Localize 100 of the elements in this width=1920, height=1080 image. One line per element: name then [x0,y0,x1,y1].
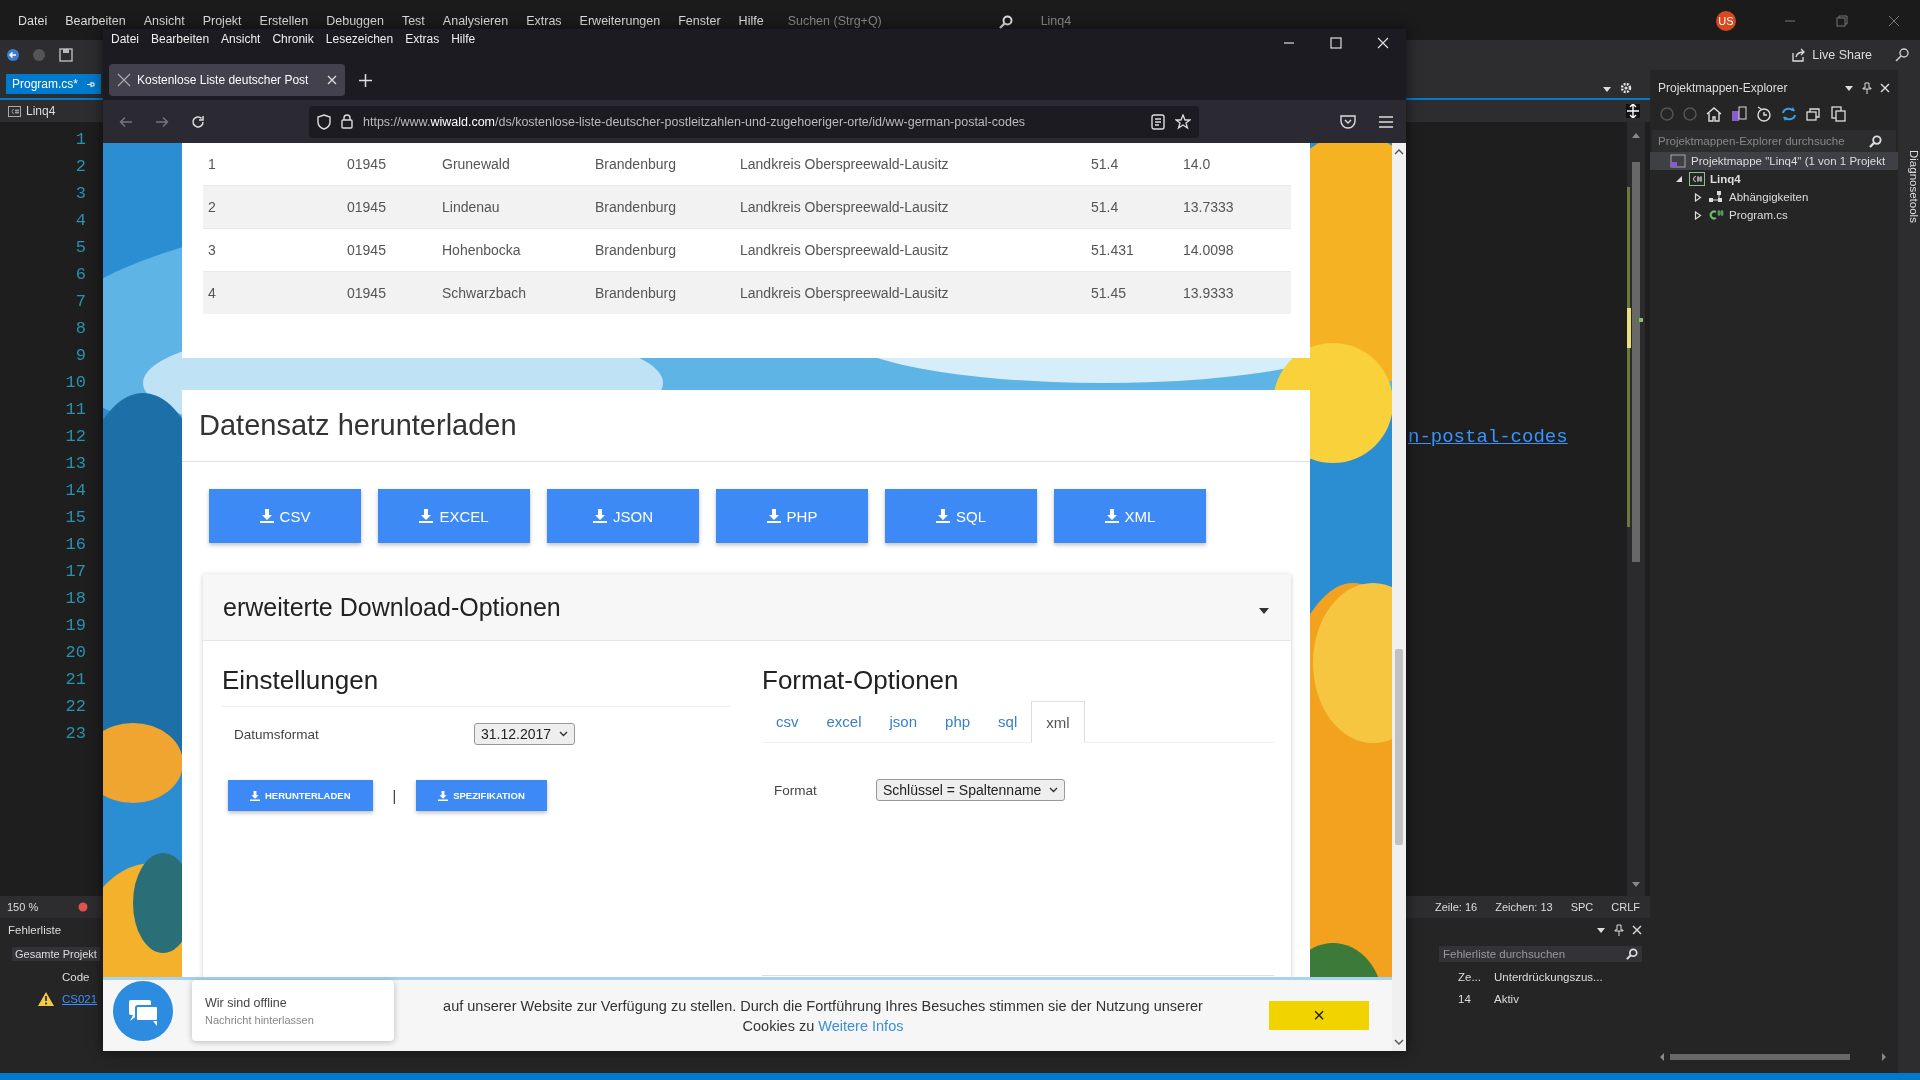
format-tab[interactable]: xml [1031,701,1085,743]
pin-icon[interactable] [86,79,96,89]
home-icon[interactable] [1706,106,1722,122]
line-number: 23 [64,724,86,743]
chat-popup[interactable]: Wir sind offline Nachricht hinterlassen [192,980,394,1041]
lock-icon [341,114,353,129]
scope-dropdown[interactable]: Gesamte Projekt [12,947,100,961]
pocket-icon[interactable] [1340,114,1356,129]
menu-item[interactable]: Ansicht [143,14,185,29]
expanded-icon[interactable] [1675,175,1683,183]
restore-icon[interactable] [1836,15,1848,27]
column-header[interactable]: Unterdrückungszus... [1494,971,1624,983]
tree-item[interactable]: Projektmappe "Linq4" (1 von 1 Projekt [1650,152,1898,170]
settings-icon[interactable] [1620,82,1632,94]
menu-item[interactable]: Lesezeichen [325,29,394,46]
search-field[interactable]: Suchen (Strg+Q) [787,14,1013,29]
table-cell-text: Brandenburg [595,156,677,172]
format-tab[interactable]: json [875,701,932,743]
scroll-bar[interactable] [1392,143,1406,1051]
clock-icon[interactable] [1756,106,1772,122]
document-tab[interactable]: Program.cs* [6,74,102,94]
reader-icon[interactable] [1151,113,1165,130]
project-dropdown[interactable]: Linq4 [8,104,56,118]
menu-icon[interactable] [1378,114,1394,129]
document-icon[interactable] [1731,106,1747,122]
search-field[interactable]: Projektmappen-Explorer durchsuche [1652,130,1896,152]
menu-item[interactable]: Extras [526,14,562,29]
table-cell-text: Brandenburg [595,242,677,258]
split-icon[interactable] [1626,104,1640,118]
live-share-button[interactable]: Live Share [1791,48,1872,62]
menu-item[interactable]: Bearbeiten [65,14,126,29]
tree-item[interactable]: Abhängigkeiten [1650,188,1898,206]
line-number: 8 [74,319,86,338]
format-tab[interactable]: sql [984,701,1032,743]
line-number: 2 [74,157,86,176]
zoom-dropdown[interactable]: 150 % [7,901,39,913]
line-number: 4 [74,211,86,230]
menu-item[interactable]: Hilfe [451,29,476,46]
table-cell-text: 14 [1458,993,1472,1005]
menu-item[interactable]: Debuggen [326,14,384,29]
format-select[interactable]: Schlüssel = Spaltenname [876,779,1066,801]
menu-item[interactable]: Analysieren [442,14,509,29]
table-cell-text: 14.0 [1183,156,1212,172]
menu-item[interactable]: Datei [18,14,48,29]
sync-icon[interactable] [1781,106,1797,122]
line-number: 9 [74,346,86,365]
table-cell-text: 1 [208,156,217,172]
dropdown-icon[interactable] [1602,84,1612,94]
reload-icon[interactable] [191,114,205,129]
menu-item[interactable]: Projekt [202,14,242,29]
chevron-icon [1049,787,1059,793]
line-number: 15 [64,508,86,527]
table-cell-text: 3 [208,242,217,258]
menu-item[interactable]: Datei [111,29,139,46]
chat-icon[interactable] [113,981,173,1041]
status-text: CRLF [1611,901,1640,913]
scroll-bar[interactable] [1658,1051,1888,1063]
menu-item[interactable]: Test [401,14,425,29]
accordion-header[interactable]: erweiterte Download-Optionen [203,574,1291,641]
pin-icon[interactable] [1862,82,1872,94]
menu-item[interactable]: Erweiterungen [579,14,661,29]
collapse-icon[interactable] [1806,106,1822,122]
feedback-icon[interactable] [1894,47,1910,63]
dependencies-icon [1708,190,1724,204]
close-button[interactable]: × [1269,1001,1369,1030]
warning-icon [38,992,54,1006]
menu-item[interactable]: Ansicht [221,29,261,46]
menu-item[interactable]: Bearbeiten [151,29,210,46]
address-bar[interactable]: https://www.wiwald.com/ds/kostenlose-liste-deutscher-postleitzahlen-und-zugehoeriger-orte/id/ww-german-postal-codes [309,105,1199,138]
column-header[interactable]: Ze... [1458,971,1494,983]
dropdown-icon[interactable] [1596,925,1606,935]
new-tab-icon[interactable] [359,74,372,87]
copy-icon[interactable] [1831,106,1847,122]
browser-tab[interactable]: Kostenlose Liste deutscher Post [109,64,345,96]
maximize-icon[interactable] [1330,37,1342,49]
user-avatar[interactable]: US [1716,11,1736,31]
search-field[interactable]: Fehlerliste durchsuchen [1439,946,1642,962]
code-link[interactable]: n-postal-codes [1408,425,1568,448]
search-icon [1869,134,1882,148]
cookie-text: auf unserer Website zur Verfügung zu stellen. Durch die Fortführung Ihres Besuches stimmen sie der Nutzung unserer [443,996,1203,1016]
tree-item[interactable]: Linq4 [1650,170,1898,188]
menu-item[interactable]: Erstellen [259,14,309,29]
pin-icon[interactable] [1614,924,1624,936]
format-tab[interactable]: excel [812,701,876,743]
table-cell-text: Landkreis Oberspreewald-Lausitz [740,199,950,215]
menu-item[interactable]: Extras [405,29,440,46]
format-tab[interactable]: php [931,701,985,743]
menu-item[interactable]: Fenster [678,14,721,29]
save-icon[interactable] [58,47,74,63]
menu-item[interactable]: Hilfe [738,14,764,29]
date-format-select[interactable]: 31.12.2017 [474,723,576,745]
tree-item[interactable]: Program.cs [1650,206,1898,224]
format-tab[interactable]: csv [762,701,813,743]
solution-name: Linq4 [1040,14,1072,29]
star-icon[interactable] [1175,113,1191,130]
dropdown-icon[interactable] [1844,83,1854,93]
menu-item[interactable]: Chronik [272,29,314,46]
table-cell-text: 13.7333 [1183,199,1235,215]
table-cell-text: Schwarzbach [442,285,528,301]
table-cell-text: 13.9333 [1183,285,1235,301]
